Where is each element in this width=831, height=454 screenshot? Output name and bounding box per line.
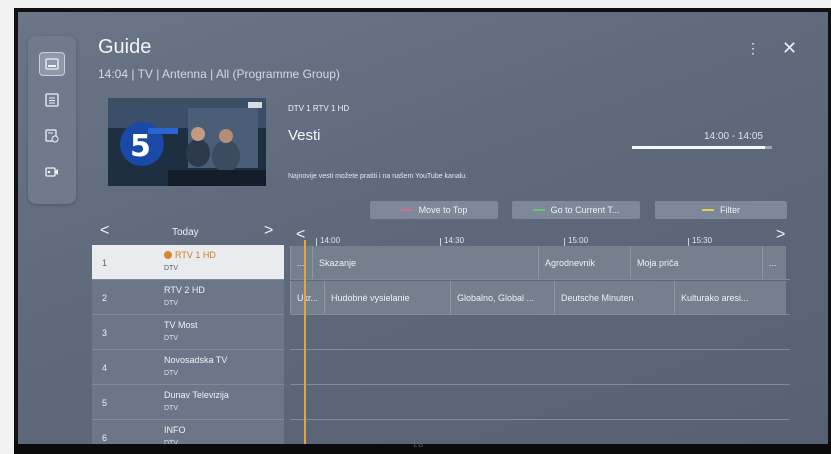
- recording-icon[interactable]: [39, 160, 65, 184]
- red-key-icon: [400, 209, 413, 211]
- program-cell[interactable]: Skazanje: [312, 246, 538, 279]
- channel-number: 6: [102, 433, 108, 443]
- filter-button[interactable]: Filter: [655, 201, 787, 219]
- channel-name-text: RTV 2 HD: [164, 285, 205, 295]
- timeline-next-arrow-icon[interactable]: >: [776, 226, 785, 244]
- channel-name: RTV 2 HD: [164, 285, 205, 295]
- program-cell[interactable]: Deutsche Minuten: [554, 281, 674, 314]
- program-cell[interactable]: Kulturako aresi...: [674, 281, 786, 314]
- previous-day-arrow-icon[interactable]: <: [100, 222, 109, 240]
- program-row: [290, 420, 790, 444]
- program-description: Najnovije vesti možete pratiti i na naše…: [288, 173, 468, 180]
- channel-row[interactable]: 3 TV Most DTV: [92, 315, 284, 350]
- channel-row[interactable]: 1 RTV 1 HD DTV: [92, 245, 284, 280]
- channel-name: TV Most: [164, 320, 198, 330]
- close-icon[interactable]: ✕: [782, 38, 797, 59]
- more-options-icon[interactable]: ⋮: [746, 40, 760, 57]
- channel-row[interactable]: 2 RTV 2 HD DTV: [92, 280, 284, 315]
- svg-text:5: 5: [130, 129, 151, 164]
- channel-name-text: TV Most: [164, 320, 198, 330]
- program-row: [290, 315, 790, 350]
- day-navigator: < Today >: [92, 222, 284, 244]
- page-subtitle: 14:04 | TV | Antenna | All (Programme Gr…: [98, 67, 340, 81]
- channel-name: INFO: [164, 425, 186, 435]
- program-cell[interactable]: ...: [290, 246, 312, 279]
- timeline-time-label: 15:00: [568, 236, 589, 245]
- go-to-current-label: Go to Current T...: [550, 205, 620, 215]
- move-to-top-button[interactable]: Move to Top: [370, 201, 498, 219]
- program-title: Vesti: [288, 127, 321, 144]
- channel-number: 1: [102, 258, 108, 268]
- program-grid: < > 14:00 14:30 15:00 15:30... Skazanje Agrod…: [290, 226, 790, 444]
- program-row: ... Skazanje Agrodnevnik Moja priča...: [290, 245, 790, 280]
- program-cell[interactable]: Globalno, Global ...: [450, 281, 554, 314]
- program-row: [290, 350, 790, 385]
- channel-row[interactable]: 5 Dunav Televizija DTV: [92, 385, 284, 420]
- channel-type: DTV: [164, 440, 178, 444]
- channel-name-text: RTV 1 HD: [175, 250, 216, 260]
- filter-label: Filter: [720, 205, 740, 215]
- channel-type: DTV: [164, 335, 178, 342]
- program-cell[interactable]: Agrodnevnik: [538, 246, 630, 279]
- program-row: Ukr... Hudobné vysielanie Globalno, Global…: [290, 280, 790, 315]
- program-time: 14:00 - 14:05: [704, 131, 763, 142]
- channel-number: 2: [102, 293, 108, 303]
- channel-name-text: Dunav Televizija: [164, 390, 229, 400]
- current-time-line: [304, 240, 306, 444]
- channel-name-text: INFO: [164, 425, 186, 435]
- move-to-top-label: Move to Top: [418, 205, 468, 215]
- schedule-icon[interactable]: [39, 124, 65, 148]
- channel-name-text: Novosadska TV: [164, 355, 228, 365]
- green-key-icon: [532, 209, 545, 211]
- channel-number: 5: [102, 398, 108, 408]
- timeline-time-label: 14:30: [444, 236, 465, 245]
- page-title: Guide: [98, 36, 152, 58]
- guide-icon[interactable]: [39, 52, 65, 76]
- channel-row[interactable]: 6 INFO DTV: [92, 420, 284, 444]
- preview-channel: DTV 1 RTV 1 HD: [288, 104, 350, 113]
- next-day-arrow-icon[interactable]: >: [264, 222, 273, 240]
- day-label: Today: [172, 227, 199, 238]
- channel-number: 3: [102, 328, 108, 338]
- timeline-time-label: 15:30: [692, 236, 713, 245]
- channel-name: Dunav Televizija: [164, 390, 229, 400]
- side-rail: [28, 36, 76, 204]
- channel-type: DTV: [164, 405, 178, 412]
- channel-row[interactable]: 4 Novosadska TV DTV: [92, 350, 284, 385]
- preview-image: 5: [108, 98, 266, 186]
- channel-type: DTV: [164, 370, 178, 377]
- program-cell[interactable]: Ukr...: [290, 281, 324, 314]
- channel-name: RTV 1 HD: [164, 250, 216, 260]
- go-to-current-button[interactable]: Go to Current T...: [512, 201, 640, 219]
- program-progress-bar: [632, 146, 772, 149]
- program-progress-fill: [632, 146, 765, 149]
- channel-type: DTV: [164, 300, 178, 307]
- guide-screen: Guide 14:04 | TV | Antenna | All (Progra…: [18, 12, 828, 444]
- timeline-time-label: 14:00: [320, 236, 341, 245]
- program-cell[interactable]: Moja priča: [630, 246, 762, 279]
- program-cell[interactable]: Hudobné vysielanie: [324, 281, 450, 314]
- yellow-key-icon: [702, 209, 714, 211]
- program-cell[interactable]: ...: [762, 246, 786, 279]
- live-preview[interactable]: 5: [108, 98, 266, 186]
- program-row: [290, 385, 790, 420]
- channel-name: Novosadska TV: [164, 355, 227, 365]
- list-icon[interactable]: [39, 88, 65, 112]
- channel-list: 1 RTV 1 HD DTV 2 RTV 2 HD DTV 3 TV Most DTV 4 Novo…: [92, 245, 284, 444]
- channel-number: 4: [102, 363, 108, 373]
- favorite-check-icon: [164, 251, 172, 259]
- channel-type: DTV: [164, 265, 178, 272]
